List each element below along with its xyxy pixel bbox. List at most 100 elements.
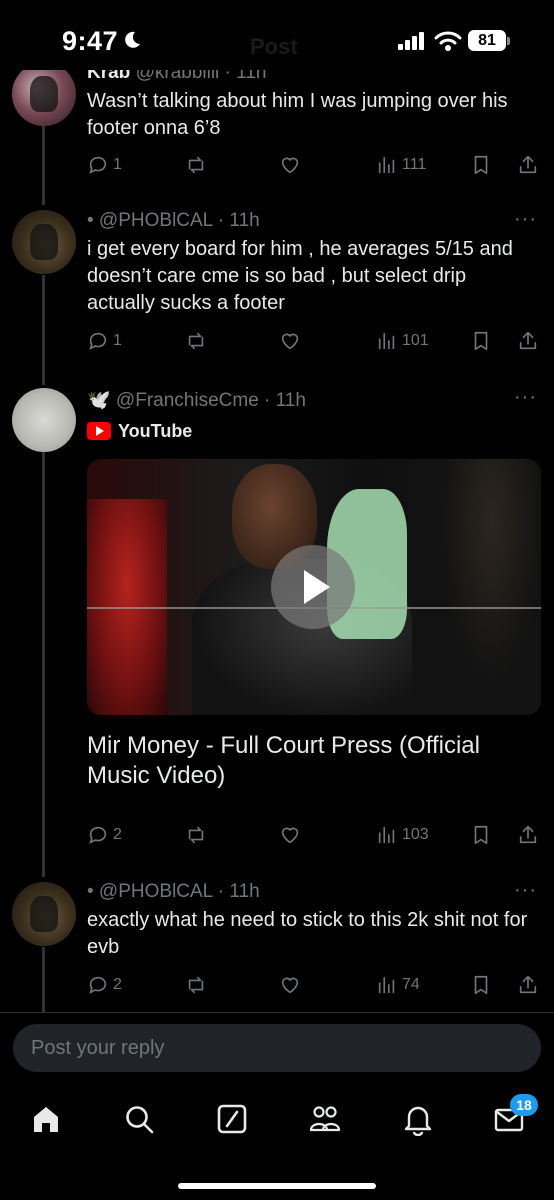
share-icon xyxy=(519,825,537,844)
avatar[interactable] xyxy=(12,882,76,946)
repost-icon xyxy=(188,976,204,994)
reply-icon xyxy=(89,332,107,350)
nav-search[interactable] xyxy=(122,1102,156,1136)
bookmark-button[interactable] xyxy=(470,820,492,850)
avatar[interactable] xyxy=(12,62,76,126)
views-count: 74 xyxy=(402,976,420,993)
reply-icon xyxy=(89,156,107,174)
more-options-icon[interactable]: ··· xyxy=(514,386,537,409)
repost-button[interactable] xyxy=(185,150,211,180)
share-icon xyxy=(519,155,537,174)
divider xyxy=(0,1012,554,1013)
communities-icon xyxy=(309,1106,341,1132)
more-options-icon[interactable]: ··· xyxy=(514,208,537,231)
views-button[interactable]: 103 xyxy=(376,820,429,850)
share-button[interactable] xyxy=(517,150,539,180)
youtube-icon xyxy=(87,422,111,440)
avatar[interactable] xyxy=(12,210,76,274)
repost-button[interactable] xyxy=(185,970,211,1000)
reply-count: 1 xyxy=(113,156,122,173)
views-count: 111 xyxy=(402,156,427,173)
heart-icon xyxy=(281,333,299,350)
post-text: Wasn’t talking about him I was jumping o… xyxy=(87,90,508,139)
post-actions: 2 74 xyxy=(87,970,547,1000)
share-button[interactable] xyxy=(517,970,539,1000)
repost-icon xyxy=(188,156,204,174)
link-source[interactable]: YouTube xyxy=(87,420,192,442)
nav-grok[interactable] xyxy=(215,1102,249,1136)
reply-placeholder: Post your reply xyxy=(31,1037,165,1059)
reply-input[interactable]: Post your reply xyxy=(13,1024,541,1072)
status-bar: Post 9:47 81 xyxy=(0,0,554,70)
video-thumbnail[interactable] xyxy=(87,459,541,715)
home-indicator[interactable] xyxy=(178,1183,376,1189)
notifications-icon xyxy=(404,1106,432,1137)
heart-icon xyxy=(281,827,299,844)
like-button[interactable] xyxy=(279,150,305,180)
grok-icon xyxy=(217,1104,247,1134)
reply-button[interactable]: 1 xyxy=(87,150,122,180)
bookmark-button[interactable] xyxy=(470,970,492,1000)
handle-meta: • @PHOBlCAL · 11h xyxy=(87,210,260,231)
reply-count: 2 xyxy=(113,826,122,843)
faded-header-title: Post xyxy=(250,34,298,59)
handle-meta: 🕊️ @FranchiseCme · 11h xyxy=(87,390,306,411)
views-count: 103 xyxy=(402,826,429,843)
like-button[interactable] xyxy=(279,326,305,356)
home-icon xyxy=(34,1107,58,1132)
nav-home[interactable] xyxy=(29,1102,63,1136)
reply-button[interactable]: 2 xyxy=(87,970,122,1000)
nav-communities[interactable] xyxy=(308,1102,342,1136)
play-icon[interactable] xyxy=(271,545,355,629)
views-count: 101 xyxy=(402,332,429,349)
reply-button[interactable]: 2 xyxy=(87,820,122,850)
bookmark-icon xyxy=(474,975,488,995)
video-title[interactable]: Mir Money - Full Court Press (Official M… xyxy=(87,731,527,791)
like-button[interactable] xyxy=(279,970,305,1000)
handle-meta: • @PHOBlCAL · 11h xyxy=(87,881,260,902)
thread-connector xyxy=(42,452,45,877)
post-actions: 1 101 xyxy=(87,326,547,356)
repost-icon xyxy=(188,332,204,350)
repost-button[interactable] xyxy=(185,326,211,356)
source-label: YouTube xyxy=(118,420,193,441)
views-button[interactable]: 111 xyxy=(376,150,426,180)
wifi-icon xyxy=(434,31,462,51)
like-button[interactable] xyxy=(279,820,305,850)
bookmark-button[interactable] xyxy=(470,150,492,180)
share-button[interactable] xyxy=(517,326,539,356)
post-actions: 2 103 xyxy=(87,820,547,850)
thread-connector xyxy=(42,947,45,1012)
views-icon xyxy=(378,826,395,844)
repost-icon xyxy=(188,826,204,844)
views-button[interactable]: 74 xyxy=(376,970,420,1000)
battery-indicator: 81 xyxy=(468,30,506,51)
status-time: 9:47 xyxy=(62,26,119,56)
battery-level: 81 xyxy=(478,32,496,49)
views-button[interactable]: 101 xyxy=(376,326,429,356)
repost-button[interactable] xyxy=(185,820,211,850)
views-icon xyxy=(378,156,395,174)
messages-badge: 18 xyxy=(510,1094,538,1116)
more-options-icon[interactable]: ··· xyxy=(514,879,537,902)
bookmark-icon xyxy=(474,155,488,175)
battery-tip xyxy=(507,37,510,45)
reply-count: 1 xyxy=(113,332,122,349)
post-text: exactly what he need to stick to this 2k… xyxy=(87,909,528,958)
cellular-signal-icon xyxy=(398,32,424,50)
thread-connector xyxy=(42,275,45,385)
reply-icon xyxy=(89,826,107,844)
reply-button[interactable]: 1 xyxy=(87,326,122,356)
moon-icon xyxy=(125,31,140,48)
nav-notifications[interactable] xyxy=(401,1102,435,1137)
share-icon xyxy=(519,331,537,350)
reply-count: 2 xyxy=(113,976,122,993)
post-actions: 1 111 xyxy=(87,150,547,180)
heart-icon xyxy=(281,977,299,994)
share-button[interactable] xyxy=(517,820,539,850)
views-icon xyxy=(378,332,395,350)
reply-icon xyxy=(89,976,107,994)
bookmark-button[interactable] xyxy=(470,326,492,356)
share-icon xyxy=(519,975,537,994)
avatar[interactable] xyxy=(12,388,76,452)
